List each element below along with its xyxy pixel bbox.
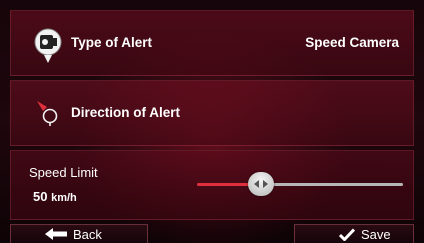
direction-label: Direction of Alert: [71, 105, 181, 120]
back-label: Back: [73, 226, 102, 242]
direction-row[interactable]: Direction of Alert: [10, 80, 414, 146]
speed-limit-value: 50 km/h: [33, 189, 77, 204]
checkmark-icon: [339, 227, 355, 241]
save-button[interactable]: Save: [294, 224, 414, 243]
speed-limit-slider[interactable]: [197, 172, 403, 196]
save-label: Save: [361, 226, 391, 242]
speed-limit-unit: km/h: [51, 192, 77, 204]
speed-limit-row: Speed Limit 50 km/h: [10, 150, 414, 220]
back-button[interactable]: Back: [10, 224, 148, 243]
left-right-arrows-icon: [254, 180, 268, 188]
direction-marker-icon: [37, 101, 58, 126]
alert-type-label: Type of Alert: [71, 35, 153, 50]
alert-type-row[interactable]: Type of Alert Speed Camera: [10, 10, 414, 76]
arrow-left-icon: [45, 228, 67, 240]
speed-limit-title: Speed Limit: [29, 165, 98, 180]
speed-camera-icon: [34, 28, 62, 63]
slider-track-empty: [261, 183, 403, 186]
alert-type-value: Speed Camera: [305, 35, 399, 50]
slider-thumb[interactable]: [248, 172, 274, 196]
